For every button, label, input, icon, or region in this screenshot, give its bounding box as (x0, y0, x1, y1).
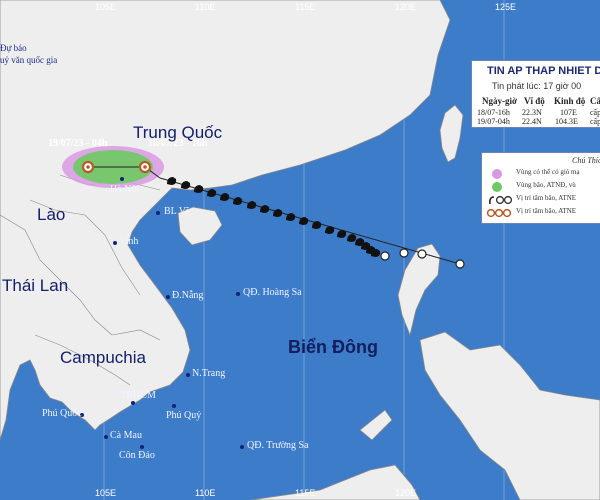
legend-item-label: Vùng có thể có gió mạ (516, 168, 580, 176)
agency-line-2: uỷ văn quốc gia (0, 55, 58, 65)
bulletin-cell: 18/07-16h (477, 108, 510, 117)
bulletin-cell: 22.4N (522, 117, 542, 126)
column-header: Kinh độ (554, 96, 586, 106)
city-marker (120, 177, 124, 181)
taiwan-island (439, 104, 464, 163)
legend-swatch-storm-area (492, 182, 502, 192)
place-label: N.Trang (192, 368, 226, 379)
current-position-marker (399, 248, 409, 258)
city-marker (131, 401, 135, 405)
tick-top: 120E (395, 2, 417, 12)
tick-bottom: 110E (195, 488, 216, 498)
city-marker (240, 445, 244, 449)
city-marker (236, 292, 240, 296)
observed-position-marker (207, 189, 217, 197)
place-label: Đ.Nẵng (172, 290, 204, 301)
bulletin-box: TIN AP THAP NHIET DO Tin phát lúc: 17 gi… (471, 60, 600, 128)
legend-item-label: Vị trí tâm bão, ATNE (516, 194, 577, 202)
country-label-china: Trung Quốc (133, 123, 223, 142)
place-label: Phú Quý (166, 410, 202, 421)
observed-position-marker (220, 193, 230, 201)
bulletin-cell: cấp (590, 117, 600, 126)
tick-top: 110E (195, 2, 216, 12)
city-marker (113, 241, 117, 245)
bulletin-cell: 107E (560, 108, 577, 117)
place-label: QĐ. Trường Sa (247, 440, 309, 451)
bulletin-title: TIN AP THAP NHIET DO (487, 65, 600, 77)
bulletin-cell: 22.3N (522, 108, 542, 117)
philippine-small-island (359, 409, 393, 441)
place-label: BL Vĩ (164, 206, 189, 217)
place-label: TP.HCM (120, 390, 156, 401)
observed-position-marker (260, 205, 270, 213)
place-label: Vinh (119, 236, 139, 247)
observed-position-marker (233, 197, 243, 205)
tick-bottom: 105E (95, 488, 117, 498)
observed-position-marker (247, 201, 257, 209)
city-marker (140, 445, 144, 449)
place-label: Hà Nội (110, 184, 140, 195)
sea-label: Biển Đông (288, 337, 378, 357)
tick-top: 125E (495, 2, 517, 12)
bulletin-cell: cấp (590, 108, 600, 117)
current-position-marker (455, 259, 465, 269)
city-marker (166, 295, 170, 299)
city-marker (186, 373, 190, 377)
legend-item-label: Vùng bão, ATNĐ, vù (516, 181, 576, 189)
city-marker (104, 435, 108, 439)
legend-symbol-observed-icon (489, 195, 512, 205)
legend-symbol-forecast-icon (486, 208, 512, 218)
tick-top: 115E (295, 2, 316, 12)
tick-bottom: 120E (395, 488, 417, 498)
country-label-cambodia: Campuchia (60, 348, 146, 367)
agency-line-1: Đự báo (0, 43, 27, 53)
tick-top: 105E (95, 2, 117, 12)
place-label: QĐ. Hoàng Sa (243, 287, 302, 298)
place-label: Cà Mau (110, 430, 142, 441)
country-label-thailand: Thái Lan (2, 276, 69, 295)
observed-position-marker (347, 234, 357, 242)
place-label: Côn Đảo (119, 450, 155, 461)
legend-title: Chú Thích (572, 156, 600, 165)
forecast-position-core (86, 165, 90, 169)
legend-swatch-wind-area (492, 169, 502, 179)
forecast-position-core (143, 165, 147, 169)
current-position-marker (417, 249, 427, 259)
country-label-laos: Lào (37, 205, 66, 224)
bulletin-cell: 19/07-04h (477, 117, 510, 126)
weather-map: Đự báo uỷ văn quốc gia 105E 110E 115E 12… (0, 0, 600, 500)
column-header: Vĩ độ (524, 96, 545, 106)
bulletin-cell: 104.3E (555, 117, 578, 126)
column-header: Ngày-giờ (482, 96, 517, 106)
place-label: Phú Quốc (42, 408, 82, 419)
observed-position-marker (273, 209, 283, 217)
forecast-time-label: 19/07/23 - 04h (48, 138, 108, 149)
column-header: Cấp (590, 96, 600, 106)
observed-position-marker (325, 226, 335, 234)
city-marker (156, 211, 160, 215)
bulletin-issue-time: Tin phát lúc: 17 giờ 00 (492, 81, 582, 91)
observed-position-marker (337, 230, 347, 238)
city-marker (172, 404, 176, 408)
legend-box: Chú Thích Vùng có thể có gió mạ Vùng bão… (481, 152, 600, 224)
legend-item-label: Vị trí tâm bão, ATNE (516, 207, 577, 215)
current-position-marker (380, 251, 390, 261)
tick-bottom: 115E (295, 488, 316, 498)
philippine-islands (419, 331, 600, 500)
